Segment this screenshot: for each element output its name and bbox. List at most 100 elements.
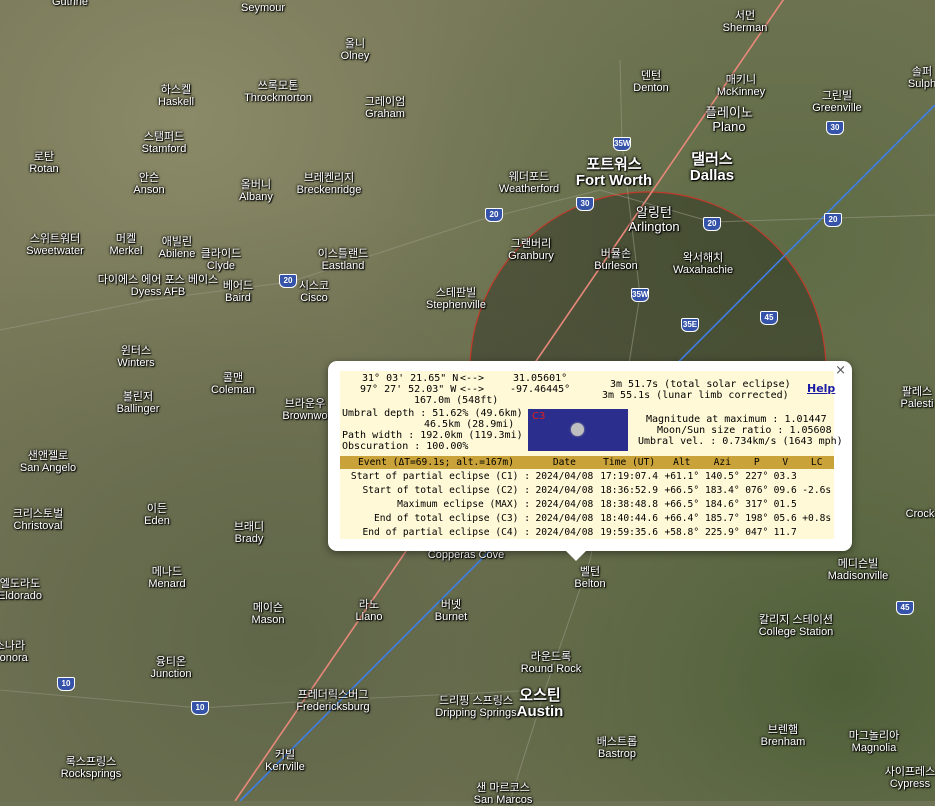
city-label[interactable]: 그랜버리 Granbury bbox=[508, 238, 554, 262]
city-label-korean: 브렌햄 bbox=[767, 724, 799, 736]
city-label[interactable]: 콜맨 Coleman bbox=[211, 372, 255, 396]
city-label[interactable]: 브라운우 Brownwo bbox=[282, 398, 327, 422]
city-label[interactable]: 샌 마르코스 San Marcos bbox=[474, 782, 533, 806]
city-label-english: Eden bbox=[144, 515, 170, 527]
table-cell: 2024/04/08 bbox=[535, 484, 594, 496]
table-header-row: Event (ΔT=69.1s; alt.=167m) Date Time (UT)… bbox=[340, 456, 834, 469]
city-label[interactable]: 다이에스 에어 포스 베이스 Dyess AFB bbox=[98, 274, 219, 298]
city-label[interactable]: 서먼 Sherman bbox=[723, 10, 768, 34]
city-label[interactable]: 버넷 Burnet bbox=[435, 599, 467, 623]
help-link[interactable]: Help bbox=[807, 382, 835, 395]
close-icon[interactable]: × bbox=[835, 363, 846, 378]
city-label-korean: 올니 bbox=[344, 38, 366, 50]
city-label[interactable]: 이스틀랜드 Eastland bbox=[318, 248, 369, 272]
city-label[interactable]: 샌앤젤로 San Angelo bbox=[20, 450, 76, 474]
city-label[interactable]: 댈러스 Dallas bbox=[690, 152, 734, 184]
city-label[interactable]: 라노 Llano bbox=[356, 599, 383, 623]
city-label[interactable]: 덴턴 Denton bbox=[633, 70, 668, 94]
city-label-korean: 클라이드 bbox=[200, 248, 242, 260]
city-label[interactable]: 커빌 Kerrville bbox=[265, 749, 305, 773]
city-label-korean: 안슨 bbox=[138, 172, 160, 184]
city-label[interactable]: Seymour bbox=[241, 2, 285, 14]
city-label[interactable]: 메나드 Menard bbox=[148, 566, 185, 590]
city-label[interactable]: 브렌햄 Brenham bbox=[761, 724, 806, 748]
umbral-velocity: Umbral vel. : 0.734km/s (1643 mph) bbox=[638, 436, 843, 447]
city-label[interactable]: 크리스토벌 Christoval bbox=[13, 508, 64, 532]
city-label[interactable]: 소나라Sonora bbox=[0, 640, 28, 664]
city-label[interactable]: 안슨 Anson bbox=[133, 172, 164, 196]
city-label-english: Denton bbox=[633, 82, 669, 94]
city-label[interactable]: 포트워스 Fort Worth bbox=[576, 157, 652, 189]
city-label-english: Waxahachie bbox=[672, 264, 734, 276]
lat-arrow: <--> bbox=[460, 373, 485, 384]
city-label[interactable]: 머켈 Merkel bbox=[109, 233, 142, 257]
highway-shield-icon: 35W bbox=[613, 137, 631, 151]
city-label[interactable]: 배스트롭 Bastrop bbox=[597, 736, 637, 760]
city-label[interactable]: 스탬퍼드 Stamford bbox=[142, 131, 187, 155]
city-label[interactable]: 클라이드 Clyde bbox=[201, 248, 241, 272]
table-cell: +61.1° bbox=[664, 470, 700, 482]
city-label[interactable]: 스위트워터 Sweetwater bbox=[26, 233, 83, 257]
city-label[interactable]: 웨더포드 Weatherford bbox=[499, 171, 559, 195]
table-cell: +0.8s bbox=[802, 512, 832, 524]
city-label[interactable]: 마그놀리아 Magnolia bbox=[849, 730, 900, 754]
city-label[interactable]: 쓰록모톤 Throckmorton bbox=[244, 80, 312, 104]
city-label[interactable]: 볼린저 Ballinger bbox=[117, 391, 160, 415]
city-label[interactable]: 록스프링스 Rocksprings bbox=[61, 756, 122, 780]
city-label-korean: 사이프레스 bbox=[884, 766, 935, 778]
city-label[interactable]: 프레더릭스버그 Fredericksburg bbox=[296, 689, 369, 713]
city-label[interactable]: 그린빌 Greenville bbox=[812, 90, 862, 114]
city-label[interactable]: 드리핑 스프링스 Dripping Springs bbox=[435, 695, 516, 719]
city-label[interactable]: 사이프레스 Cypress bbox=[885, 766, 935, 790]
city-label-english: Austin bbox=[516, 703, 564, 720]
city-label[interactable]: Crock bbox=[906, 508, 935, 520]
city-label[interactable]: Guthrie bbox=[52, 0, 88, 8]
city-label[interactable]: 솔퍼 Sulph bbox=[908, 66, 935, 90]
city-label[interactable]: 베어드 Baird bbox=[223, 280, 253, 304]
city-label[interactable]: 메이슨 Mason bbox=[251, 602, 284, 626]
city-label[interactable]: 로탄 Rotan bbox=[29, 151, 58, 175]
city-label[interactable]: 스테판빌 Stephenville bbox=[426, 287, 486, 311]
city-label[interactable]: 하스켈 Haskell bbox=[158, 84, 194, 108]
path-width: Path width : 192.0km (119.3mi) bbox=[342, 430, 523, 441]
highway-shield-icon: 20 bbox=[279, 274, 297, 288]
city-label[interactable]: 엘도라도 Eldorado bbox=[0, 578, 42, 602]
umbral-depth: Umbral depth : 51.62% (49.6km) bbox=[342, 408, 523, 419]
city-label[interactable]: 애빌린 Abilene bbox=[159, 236, 196, 260]
city-label-korean: 이스틀랜드 bbox=[317, 248, 369, 260]
highway-shield-icon: 35W bbox=[631, 288, 649, 302]
city-label[interactable]: 융티온 Junction bbox=[151, 656, 192, 680]
city-label[interactable]: 알링턴 Arlington bbox=[628, 206, 679, 234]
city-label[interactable]: 칼리지 스테이션 College Station bbox=[759, 614, 834, 638]
city-label[interactable]: 브레켄리지 Breckenridge bbox=[297, 172, 362, 196]
city-label-english: Haskell bbox=[157, 96, 195, 108]
city-label-english: Eastland bbox=[321, 260, 365, 272]
city-label[interactable]: 팔레스 Palesti bbox=[900, 386, 933, 410]
table-cell: 183.4° bbox=[704, 484, 740, 496]
city-label[interactable]: 라운드록 Round Rock bbox=[521, 651, 582, 675]
city-label-english: Guthrie bbox=[51, 0, 89, 8]
city-label-english: Graham bbox=[365, 108, 405, 120]
city-label-english: Bastrop bbox=[598, 748, 636, 760]
city-label[interactable]: 시스코 Cisco bbox=[299, 280, 329, 304]
city-label[interactable]: 플레이노 Plano bbox=[705, 106, 753, 134]
table-cell: 076° bbox=[745, 484, 769, 496]
city-label-korean: 쓰록모톤 bbox=[257, 80, 299, 92]
city-label[interactable]: 메디슨빌 Madisonville bbox=[828, 558, 889, 582]
table-cell: 19:59:35.6 bbox=[600, 526, 659, 538]
city-label[interactable]: 오스틴 Austin bbox=[517, 688, 564, 720]
city-label[interactable]: 그레이엄 Graham bbox=[365, 96, 405, 120]
city-label[interactable]: 벨턴 Belton bbox=[574, 566, 605, 590]
city-label[interactable]: 이든 Eden bbox=[144, 503, 170, 527]
table-row: End of total eclipse (C3) : 2024/04/08 18:… bbox=[340, 511, 834, 525]
city-label[interactable]: 매키니 McKinney bbox=[717, 74, 765, 98]
city-label[interactable]: 브래디 Brady bbox=[234, 521, 264, 545]
city-label[interactable]: 왁서해치 Waxahachie bbox=[673, 252, 733, 276]
eclipse-diagram: C3 bbox=[528, 409, 628, 451]
city-label[interactable]: 윈터스 Winters bbox=[117, 345, 154, 369]
city-label[interactable]: 올니 Olney bbox=[341, 38, 370, 62]
city-label[interactable]: 버뮬손 Burleson bbox=[594, 248, 637, 272]
city-label-english: Burnet bbox=[434, 611, 468, 623]
city-label-korean: 올버니 bbox=[240, 179, 272, 191]
city-label[interactable]: 올버니 Albany bbox=[239, 179, 273, 203]
